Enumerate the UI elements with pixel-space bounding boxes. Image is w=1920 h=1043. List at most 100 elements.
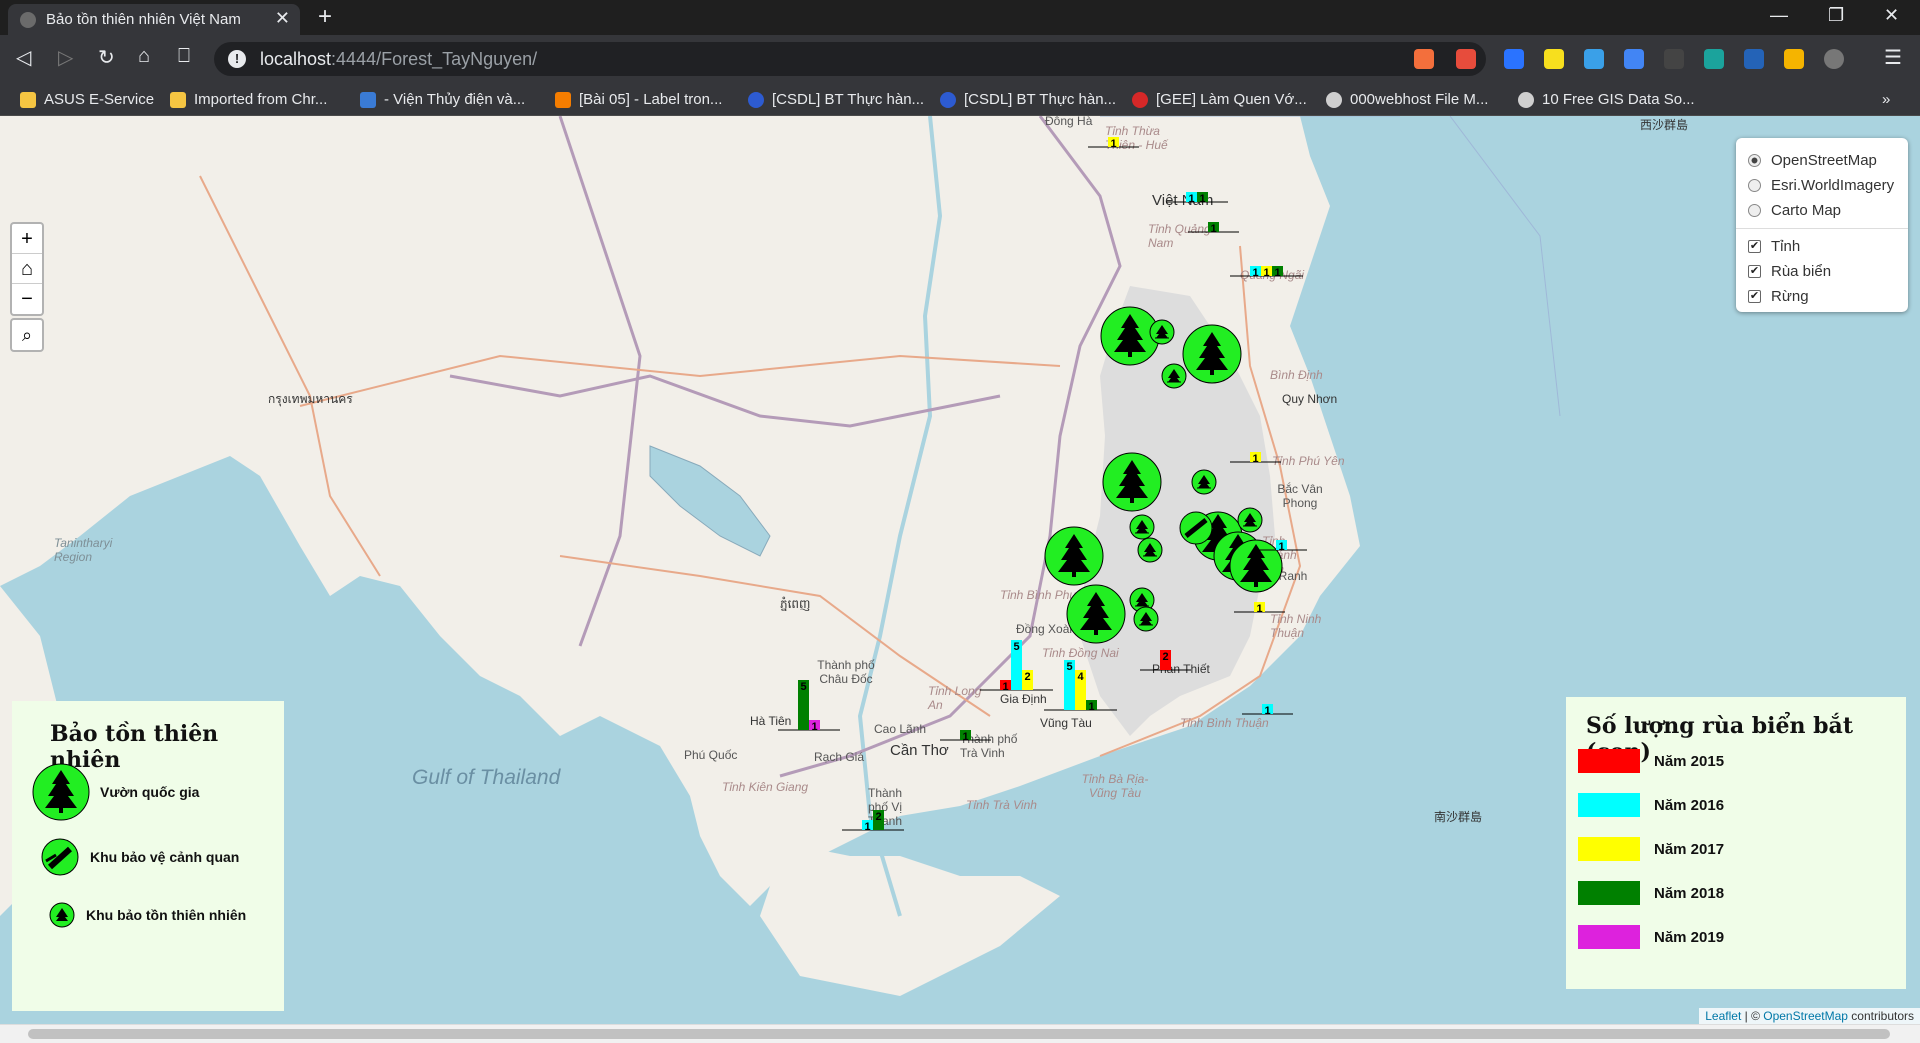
browser-tab[interactable]: Bảo tồn thiên nhiên Việt Nam ✕ (8, 4, 300, 35)
legend-item: Năm 2017 (1578, 837, 1724, 861)
turtle-bar-label: 5 (1066, 661, 1072, 673)
reload-icon[interactable]: ↻ (98, 45, 115, 70)
legend-item: Năm 2018 (1578, 881, 1724, 905)
turtle-bar-chart[interactable]: 1 (1188, 222, 1239, 235)
turtle-bar-label: 2 (1024, 671, 1030, 683)
turtle-bar-chart[interactable]: 51 (778, 680, 840, 733)
zoom-out-button[interactable]: − (12, 284, 42, 314)
turtle-bar-chart[interactable]: 1 (1234, 602, 1285, 615)
base-layer-carto[interactable]: Carto Map (1748, 198, 1896, 223)
map-canvas[interactable]: Đông Hà Tỉnh Thừa Thiên - Huế Việt Nam T… (0, 116, 1920, 1024)
globe-icon (1326, 91, 1342, 108)
turtle-bar-label: 1 (1188, 193, 1194, 205)
national-park-icon (32, 763, 90, 821)
extension-s-icon[interactable] (1704, 49, 1724, 69)
swatch-2018 (1578, 881, 1640, 905)
site-icon (360, 91, 376, 108)
url-path: :4444/Forest_TayNguyen/ (331, 48, 538, 69)
base-layer-esri[interactable]: Esri.WorldImagery (1748, 173, 1896, 198)
site-icon (940, 91, 956, 108)
extension-js-icon[interactable] (1544, 49, 1564, 69)
legend-item: Năm 2015 (1578, 749, 1724, 773)
checkbox[interactable]: ✔ (1748, 290, 1761, 303)
turtle-bar-chart[interactable]: 111 (1230, 266, 1303, 279)
legend-item: Vườn quốc gia (32, 763, 199, 821)
tab-title: Bảo tồn thiên nhiên Việt Nam (46, 11, 241, 28)
brave-shield-icon[interactable] (1414, 49, 1434, 69)
extension-share-icon[interactable] (1584, 49, 1604, 69)
swatch-2017 (1578, 837, 1640, 861)
bookmark-item[interactable]: [CSDL] BT Thực hàn... (748, 91, 924, 108)
close-icon[interactable]: ✕ (275, 8, 290, 29)
turtle-bar-label: 1 (1199, 193, 1205, 205)
bookmark-icon[interactable]: ⎕ (178, 45, 190, 68)
window-close-icon[interactable]: ✕ (1884, 5, 1899, 26)
radio-button[interactable] (1748, 204, 1761, 217)
brave-rewards-icon[interactable] (1456, 49, 1476, 69)
menu-icon[interactable]: ☰ (1884, 45, 1902, 70)
base-layer-openstreetmap[interactable]: OpenStreetMap (1748, 148, 1896, 173)
turtle-bar-chart[interactable]: 1 (1242, 704, 1293, 717)
map-attribution: Leaflet | © OpenStreetMap contributors (1699, 1008, 1920, 1024)
home-icon[interactable]: ⌂ (138, 45, 150, 68)
search-control[interactable]: ⌕ (10, 318, 44, 352)
turtle-bar-label: 1 (1252, 267, 1258, 279)
restore-icon[interactable]: ❐ (1828, 5, 1844, 26)
turtle-bar-chart[interactable]: 1 (1088, 137, 1139, 150)
turtle-bar-chart[interactable]: 2 (1140, 650, 1191, 671)
osm-link[interactable]: OpenStreetMap (1763, 1009, 1848, 1023)
turtle-bar-chart[interactable]: 54 1 (1044, 660, 1117, 713)
turtle-bar-chart[interactable]: 1 (1256, 540, 1307, 553)
search-icon[interactable]: ⌕ (12, 320, 42, 350)
legend-turtles: Số lượng rùa biển bắt (con) Năm 2015 Năm… (1566, 697, 1906, 989)
turtle-bar-label: 1 (1252, 453, 1258, 465)
zoom-in-button[interactable]: + (12, 224, 42, 254)
info-icon[interactable]: ! (228, 50, 246, 68)
bookmark-item[interactable]: [Bài 05] - Label tron... (555, 91, 722, 108)
radio-button[interactable] (1748, 154, 1761, 167)
extension-lm-icon[interactable] (1744, 49, 1764, 69)
folder-icon (20, 91, 36, 108)
forward-icon[interactable]: ▷ (58, 45, 73, 70)
back-icon[interactable]: ◁ (16, 45, 31, 70)
bookmark-item[interactable]: [CSDL] BT Thực hàn... (940, 91, 1116, 108)
bookmark-item[interactable]: ASUS E-Service (20, 91, 154, 108)
turtle-bar-chart[interactable]: 1 5 2 (980, 640, 1053, 693)
legend-item: Khu bảo tồn thiên nhiên (48, 901, 246, 929)
bookmark-item[interactable]: 000webhost File M... (1326, 91, 1488, 108)
new-tab-button[interactable]: + (318, 3, 332, 31)
extension-fish-icon[interactable] (1664, 49, 1684, 69)
bookmarks-more[interactable]: » (1882, 91, 1890, 108)
bookmark-item[interactable]: [GEE] Làm Quen Vớ... (1132, 91, 1307, 108)
turtle-bar-chart[interactable]: 11 (1166, 192, 1228, 205)
url-host: localhost (260, 48, 332, 69)
minimize-icon[interactable]: — (1770, 5, 1788, 26)
turtle-bar-chart[interactable]: 12 (842, 810, 904, 833)
bookmark-item[interactable]: - Viện Thủy điện và... (360, 91, 525, 108)
extension-dropper-icon[interactable] (1824, 49, 1844, 69)
legend-item: Khu bảo vệ cảnh quan (40, 837, 239, 877)
turtle-bar-chart[interactable]: 1 (940, 730, 991, 743)
horizontal-scrollbar[interactable] (0, 1024, 1920, 1043)
leaflet-link[interactable]: Leaflet (1705, 1009, 1741, 1023)
overlay-tinh[interactable]: ✔ Tỉnh (1748, 234, 1896, 259)
turtle-bar-label: 1 (962, 731, 968, 743)
bookmark-item[interactable]: Imported from Chr... (170, 91, 327, 108)
translate-icon[interactable] (1624, 49, 1644, 69)
bookmark-item[interactable]: 10 Free GIS Data So... (1518, 91, 1695, 108)
turtle-bar-label: 1 (1256, 603, 1262, 615)
home-button[interactable]: ⌂ (12, 254, 42, 284)
address-bar[interactable]: ! localhost:4444/Forest_TayNguyen/ (214, 42, 1486, 76)
checkbox[interactable]: ✔ (1748, 265, 1761, 278)
scrollbar-thumb[interactable] (28, 1029, 1890, 1039)
overlay-rung[interactable]: ✔ Rừng (1748, 284, 1896, 309)
turtle-bar-label: 5 (1013, 641, 1019, 653)
extension-note-icon[interactable] (1784, 49, 1804, 69)
extension-j-icon[interactable] (1504, 49, 1524, 69)
overlay-rua-bien[interactable]: ✔ Rùa biển (1748, 259, 1896, 284)
checkbox[interactable]: ✔ (1748, 240, 1761, 253)
globe-icon (1518, 91, 1534, 108)
turtle-bar-chart[interactable]: 1 (1230, 452, 1281, 465)
radio-button[interactable] (1748, 179, 1761, 192)
globe-icon (20, 12, 36, 28)
